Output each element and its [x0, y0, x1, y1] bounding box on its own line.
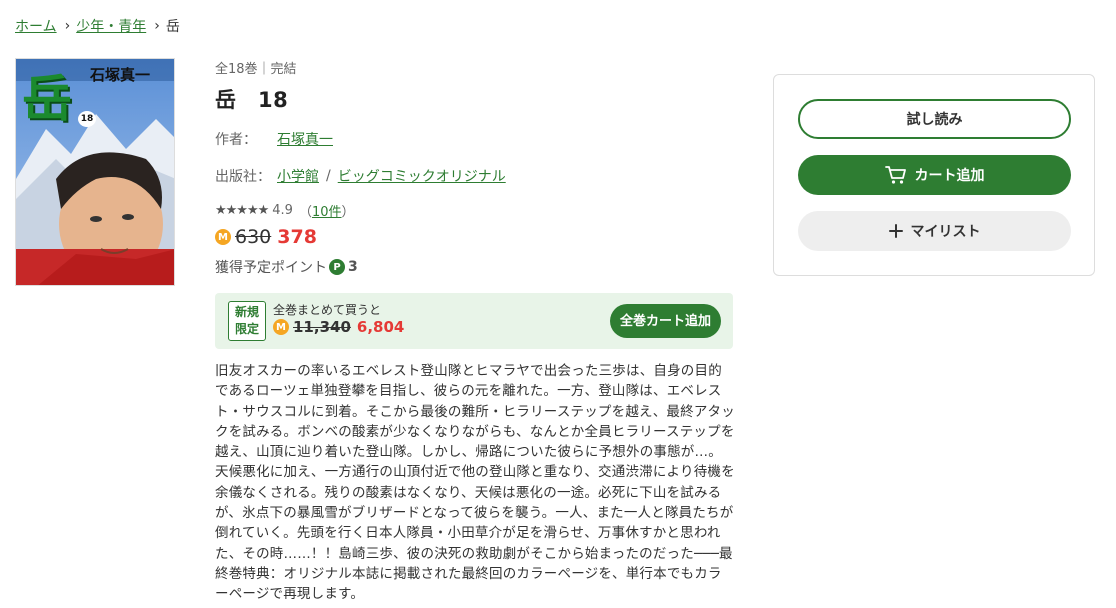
points-row: 獲得予定ポイント P 3 [215, 257, 358, 277]
bundle-offer: 新規 限定 全巻まとめて買うと M 11,340 6,804 全巻カート追加 [215, 293, 733, 349]
add-to-cart-button[interactable]: カート追加 [798, 155, 1071, 195]
bundle-label: 全巻まとめて買うと [273, 303, 382, 317]
badge-line-1: 新規 [234, 305, 259, 319]
plus-icon [888, 224, 903, 238]
review-count: （10件） [299, 201, 355, 220]
add-to-cart-label: カート追加 [914, 168, 985, 184]
page-title: 岳 18 [215, 88, 289, 112]
new-limited-badge: 新規 限定 [228, 301, 266, 341]
trial-read-button[interactable]: 試し読み [798, 99, 1071, 139]
author-link[interactable]: 石塚真一 [277, 129, 333, 149]
purchase-panel: 試し読み カート追加 マイリスト [773, 74, 1095, 276]
breadcrumb-home-link[interactable]: ホーム [15, 16, 57, 36]
price-sale: 378 [277, 226, 317, 248]
trial-read-label: 試し読み [906, 112, 963, 128]
points-icon: P [329, 259, 345, 275]
bundle-add-to-cart-button[interactable]: 全巻カート追加 [610, 304, 721, 338]
add-to-mylist-button[interactable]: マイリスト [798, 211, 1071, 251]
chevron-right-icon: › [154, 18, 160, 34]
chevron-right-icon: › [64, 18, 71, 34]
breadcrumb-category-link[interactable]: 少年・青年 [76, 16, 146, 36]
review-count-link[interactable]: 10件 [312, 205, 342, 220]
volumes-status: 全18巻｜完結 [215, 62, 297, 77]
review-count-close: ） [341, 205, 355, 220]
bundle-price: M 11,340 6,804 [273, 318, 404, 336]
cover-volume-badge: 18 [78, 111, 96, 127]
points-label: 獲得予定ポイント [215, 260, 327, 276]
price-row: M 630 378 [215, 226, 317, 248]
rating-value: 4.9 [272, 203, 293, 218]
cover-title-text: 岳 [22, 69, 72, 128]
breadcrumb-current: 岳 [165, 19, 180, 35]
label-link[interactable]: ビッグコミックオリジナル [338, 166, 506, 186]
coin-icon: M [215, 229, 231, 245]
breadcrumb: ホーム › 少年・青年 › 岳 [15, 16, 180, 36]
separator-slash: / [326, 168, 331, 184]
author-label: 作者： [215, 132, 257, 148]
book-cover-image[interactable]: 岳 石塚真一 18 [15, 58, 175, 286]
publisher-row: 出版社： 小学館 / ビッグコミックオリジナル [215, 166, 506, 186]
points-value: 3 [348, 259, 358, 275]
badge-line-2: 限定 [234, 322, 259, 336]
coin-icon: M [273, 319, 289, 335]
rating-row: ★★★★★ 4.9 （10件） [215, 201, 355, 220]
book-description: 旧友オスカーの率いるエベレスト登山隊とヒマラヤで出会った三歩は、自身の目的である… [215, 363, 735, 603]
author-row: 作者： 石塚真一 [215, 129, 333, 149]
publisher-label: 出版社： [215, 169, 271, 185]
add-to-mylist-label: マイリスト [910, 224, 981, 240]
publisher-link[interactable]: 小学館 [277, 166, 319, 186]
review-count-open: （ [298, 205, 312, 220]
cover-author-text: 石塚真一 [90, 66, 151, 84]
star-rating-icon: ★★★★★ [215, 203, 269, 218]
cart-icon [884, 165, 907, 185]
bundle-price-original: 11,340 [293, 318, 351, 336]
bundle-price-sale: 6,804 [356, 318, 405, 336]
price-original: 630 [235, 226, 272, 248]
